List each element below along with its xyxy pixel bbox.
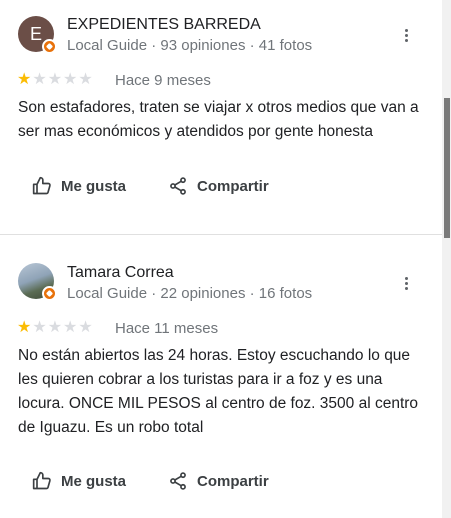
review-text: Son estafadores, traten se viajar x otro… <box>18 99 419 140</box>
review-text: No están abiertos las 24 horas. Estoy es… <box>18 347 419 436</box>
star-rating: ★ ★ ★ ★ ★ <box>17 71 93 89</box>
star-empty-icon: ★ <box>63 71 78 88</box>
like-button[interactable]: Me gusta <box>32 176 126 196</box>
share-button[interactable]: Compartir <box>168 176 269 196</box>
star-empty-icon: ★ <box>32 71 47 88</box>
review-time: Hace 11 meses <box>115 320 219 337</box>
like-label: Me gusta <box>61 177 127 195</box>
more-options-button[interactable] <box>398 24 414 46</box>
star-rating: ★ ★ ★ ★ ★ <box>17 319 93 337</box>
avatar[interactable]: E <box>18 16 57 54</box>
scrollbar[interactable] <box>442 0 451 518</box>
share-label: Compartir <box>197 177 269 195</box>
share-icon <box>170 472 186 490</box>
like-label: Me gusta <box>61 472 127 490</box>
star-empty-icon: ★ <box>63 319 78 336</box>
star-empty-icon: ★ <box>47 71 63 88</box>
star-filled-icon: ★ <box>17 71 32 88</box>
review-time: Hace 9 meses <box>115 72 211 89</box>
star-filled-icon: ★ <box>17 319 32 336</box>
star-empty-icon: ★ <box>78 319 93 336</box>
thumbs-up-icon <box>32 176 51 195</box>
reviewer-meta: Local Guide · 22 opiniones · 16 fotos <box>67 285 313 302</box>
like-button[interactable]: Me gusta <box>32 471 126 491</box>
review-card: Tamara Correa Local Guide · 22 opiniones… <box>0 236 442 518</box>
share-icon <box>170 177 186 195</box>
more-options-button[interactable] <box>398 272 414 294</box>
review-card: E EXPEDIENTES BARREDA Local Guide · 93 o… <box>0 0 442 235</box>
local-guide-badge-icon <box>42 39 57 54</box>
thumbs-up-icon <box>32 471 51 490</box>
scrollbar-thumb[interactable] <box>444 98 450 238</box>
reviewer-name[interactable]: EXPEDIENTES BARREDA <box>67 16 261 34</box>
reviewer-meta: Local Guide · 93 opiniones · 41 fotos <box>67 37 313 54</box>
star-empty-icon: ★ <box>32 319 47 336</box>
star-empty-icon: ★ <box>78 71 93 88</box>
local-guide-badge-icon <box>42 286 57 301</box>
reviewer-name[interactable]: Tamara Correa <box>67 264 174 282</box>
share-label: Compartir <box>197 472 269 490</box>
avatar[interactable] <box>18 263 57 301</box>
share-button[interactable]: Compartir <box>168 471 269 491</box>
avatar-letter: E <box>29 23 42 44</box>
star-empty-icon: ★ <box>47 319 63 336</box>
